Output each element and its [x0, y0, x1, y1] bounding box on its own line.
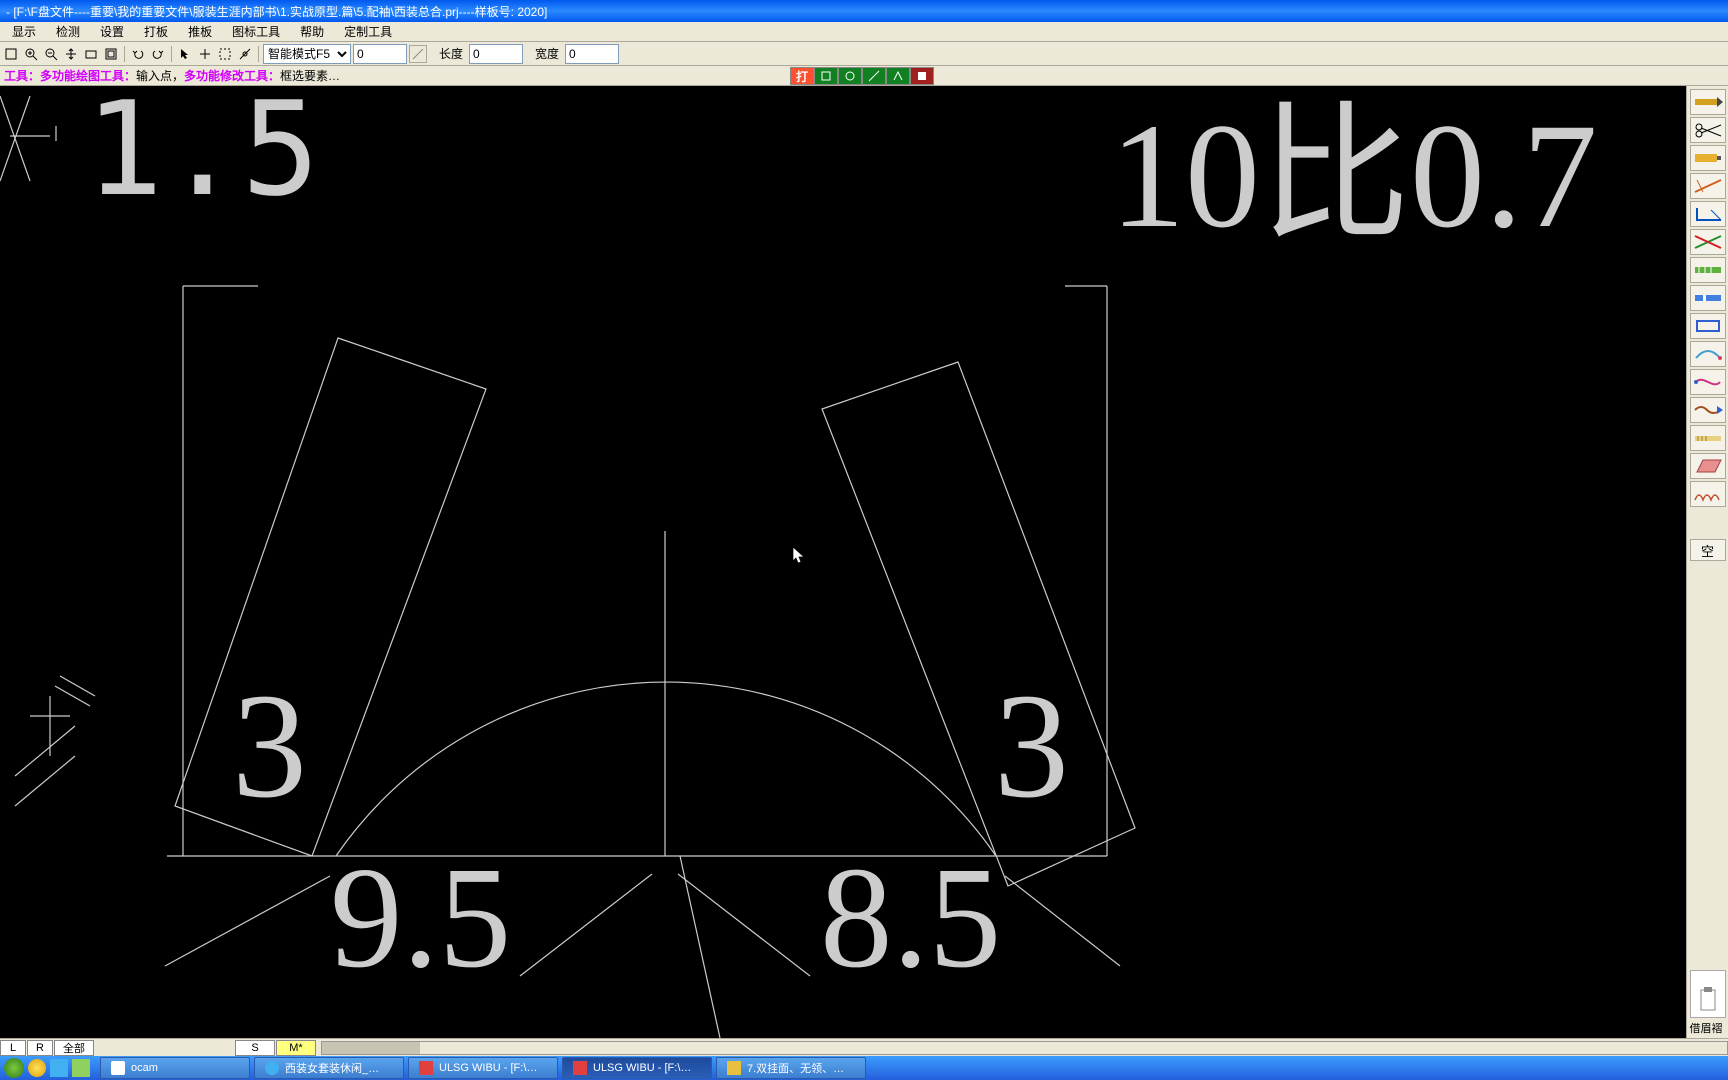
- select-move-icon[interactable]: [196, 45, 214, 63]
- task-ocam[interactable]: ocam: [100, 1057, 250, 1079]
- size-S[interactable]: S: [235, 1040, 275, 1056]
- menu-grade[interactable]: 推板: [178, 21, 222, 42]
- quick-launch-3-icon[interactable]: [72, 1059, 90, 1077]
- redo-icon[interactable]: [149, 45, 167, 63]
- right-toolbox: 空 借眉褶: [1686, 86, 1728, 1038]
- tool-intersect-icon[interactable]: [1690, 229, 1726, 255]
- hint-action2: 框选要素…: [280, 67, 340, 84]
- undo-icon[interactable]: [129, 45, 147, 63]
- size-M-active[interactable]: M*: [276, 1040, 316, 1056]
- hint-tool1: 工具：多功能绘图工具：: [4, 67, 136, 84]
- drawing-canvas[interactable]: 1.5 10比0.7 3 3 9.5 8.5: [0, 86, 1686, 1038]
- app-icon: [419, 1061, 433, 1075]
- tool-scissors-icon[interactable]: [1690, 117, 1726, 143]
- tool-perpend-icon[interactable]: [1690, 173, 1726, 199]
- svg-text:9.5: 9.5: [330, 838, 511, 998]
- svg-text:3: 3: [232, 663, 307, 829]
- menu-custom[interactable]: 定制工具: [334, 21, 402, 42]
- length-label: 长度: [429, 45, 467, 62]
- tool-curve-icon[interactable]: [1690, 341, 1726, 367]
- folder-icon: [727, 1061, 741, 1075]
- clipboard-label: 借眉褶: [1688, 1018, 1728, 1038]
- zoom-out-icon[interactable]: [42, 45, 60, 63]
- menu-icontools[interactable]: 图标工具: [222, 21, 290, 42]
- mode-value-input[interactable]: [353, 44, 407, 64]
- tool-text-kong[interactable]: 空: [1690, 539, 1726, 561]
- menu-detect[interactable]: 检测: [46, 21, 90, 42]
- mode-btn-3[interactable]: [862, 67, 886, 85]
- title-bar: - [F:\F盘文件----重要\我的重要文件\服装生涯内部书\1.实战原型.篇…: [0, 0, 1728, 22]
- mode-btn-4[interactable]: [886, 67, 910, 85]
- tool-spline-icon[interactable]: [1690, 369, 1726, 395]
- hint-bar: 工具：多功能绘图工具： 输入点， 多功能修改工具： 框选要素… 打: [0, 66, 1728, 86]
- menu-pattern[interactable]: 打板: [134, 21, 178, 42]
- task-browser[interactable]: 西装女套装休闲_…: [254, 1057, 404, 1079]
- size-bar: L R 全部 S M*: [0, 1038, 1728, 1056]
- pan-icon[interactable]: [62, 45, 80, 63]
- menu-bar: 显示 检测 设置 打板 推板 图标工具 帮助 定制工具: [0, 22, 1728, 42]
- width-label: 宽度: [525, 45, 563, 62]
- browser-icon: [265, 1061, 279, 1075]
- task-app3-active[interactable]: ULSG WIBU - [F:\…: [562, 1057, 712, 1079]
- length-input[interactable]: [469, 44, 523, 64]
- tool-notch-icon[interactable]: [1690, 145, 1726, 171]
- size-L[interactable]: L: [0, 1040, 26, 1056]
- tool-tape-icon[interactable]: [1690, 425, 1726, 451]
- mode-select[interactable]: 智能模式F5: [263, 44, 351, 64]
- tool-measure-icon[interactable]: [1690, 257, 1726, 283]
- quick-launch-2-icon[interactable]: [50, 1059, 68, 1077]
- tool-wave-icon[interactable]: [1690, 397, 1726, 423]
- svg-text:10比0.7: 10比0.7: [1110, 93, 1598, 259]
- zoom-home-icon[interactable]: [2, 45, 20, 63]
- canvas-svg: 1.5 10比0.7 3 3 9.5 8.5: [0, 86, 1686, 1038]
- mode-btn-1[interactable]: [814, 67, 838, 85]
- mode-da[interactable]: 打: [790, 67, 814, 85]
- hint-tool2: 多功能修改工具：: [184, 67, 280, 84]
- tool-pencil-icon[interactable]: [1690, 89, 1726, 115]
- select-rect-icon[interactable]: [216, 45, 234, 63]
- task-folder[interactable]: 7.双挂面、无领、…: [716, 1057, 866, 1079]
- start-button[interactable]: [4, 1058, 24, 1078]
- menu-help[interactable]: 帮助: [290, 21, 334, 42]
- tool-rect-icon[interactable]: [1690, 313, 1726, 339]
- view-icon[interactable]: [82, 45, 100, 63]
- task-ocam-icon: [111, 1061, 125, 1075]
- svg-text:1.5: 1.5: [85, 86, 320, 225]
- size-all[interactable]: 全部: [54, 1040, 94, 1056]
- menu-display[interactable]: 显示: [2, 21, 46, 42]
- mode-button-group: 打: [790, 67, 934, 85]
- size-R[interactable]: R: [27, 1040, 53, 1056]
- taskbar: ocam 西装女套装休闲_… ULSG WIBU - [F:\… ULSG WI…: [0, 1056, 1728, 1080]
- tool-eraser-icon[interactable]: [1690, 453, 1726, 479]
- width-input[interactable]: [565, 44, 619, 64]
- window-title: - [F:\F盘文件----重要\我的重要文件\服装生涯内部书\1.实战原型.篇…: [6, 3, 547, 20]
- tool-gather-icon[interactable]: [1690, 481, 1726, 507]
- svg-text:3: 3: [994, 663, 1069, 829]
- clipboard-preview: [1690, 970, 1726, 1018]
- tool-ruler-icon[interactable]: [1690, 285, 1726, 311]
- zoom-in-icon[interactable]: [22, 45, 40, 63]
- task-app2[interactable]: ULSG WIBU - [F:\…: [408, 1057, 558, 1079]
- toolbar: 智能模式F5 长度 宽度: [0, 42, 1728, 66]
- size-track[interactable]: [321, 1041, 1728, 1055]
- fit-icon[interactable]: [102, 45, 120, 63]
- hint-action1: 输入点，: [136, 67, 184, 84]
- app-icon: [573, 1061, 587, 1075]
- menu-settings[interactable]: 设置: [90, 21, 134, 42]
- tool-corner-icon[interactable]: [1690, 201, 1726, 227]
- mode-btn-5[interactable]: [910, 67, 934, 85]
- pointer-icon[interactable]: [176, 45, 194, 63]
- quick-launch-1-icon[interactable]: [28, 1059, 46, 1077]
- lock-toggle[interactable]: [409, 45, 427, 63]
- mode-btn-2[interactable]: [838, 67, 862, 85]
- snap-icon[interactable]: [236, 45, 254, 63]
- svg-text:8.5: 8.5: [820, 838, 1001, 998]
